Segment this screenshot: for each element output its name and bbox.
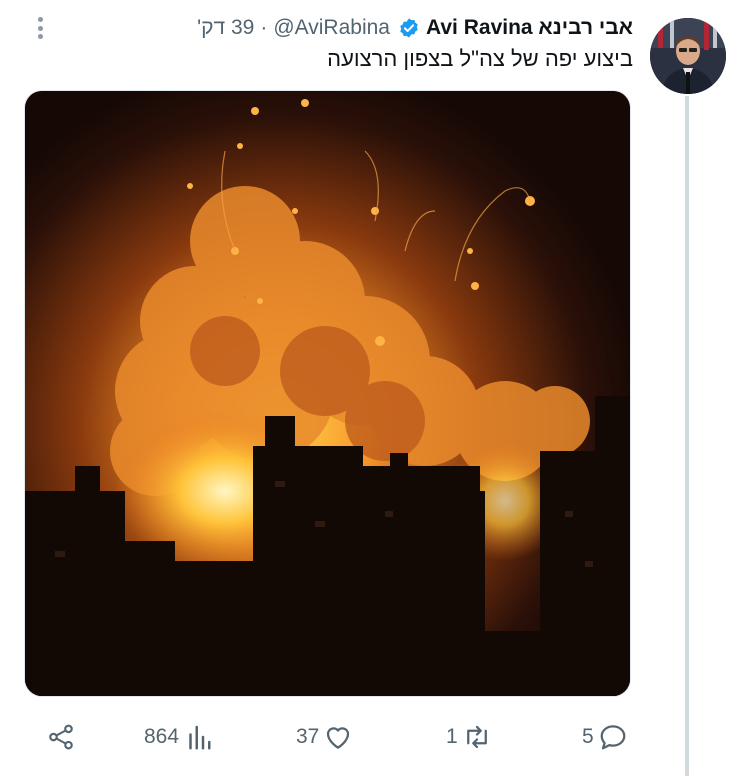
more-dot xyxy=(37,25,43,31)
header-separator: · xyxy=(260,16,268,39)
more-options-button[interactable] xyxy=(30,14,50,42)
more-dot xyxy=(37,34,43,39)
likes-count: 37 xyxy=(296,725,320,748)
share-icon xyxy=(49,724,73,750)
retweets-count: 1 xyxy=(446,725,458,748)
more-vertical-icon xyxy=(37,17,43,22)
views-bar-chart-icon xyxy=(189,725,211,750)
tweet-header: 39 דק' · @AviRabina Avi Ravina אבי רבינא xyxy=(197,12,633,44)
share-button[interactable] xyxy=(46,712,76,762)
views-button[interactable]: 864 xyxy=(140,712,213,762)
verified-badge-icon xyxy=(400,18,418,38)
timestamp[interactable]: 39 דק' xyxy=(197,16,254,40)
retweet-icon xyxy=(466,725,487,749)
avatar-image xyxy=(650,18,726,94)
tweet-text: ביצוע יפה של צה"ל בצפון הרצועה xyxy=(327,46,633,71)
tweet-media-image[interactable] xyxy=(24,90,631,697)
author-name[interactable]: Avi Ravina אבי רבינא xyxy=(426,16,633,40)
heart-icon xyxy=(327,727,350,749)
tweet[interactable]: 39 דק' · @AviRabina Avi Ravina אבי רבינא… xyxy=(0,0,745,776)
retweet-button[interactable]: 1 xyxy=(442,712,492,762)
tweet-actions: 864 37 1 5 xyxy=(0,712,745,762)
thread-line xyxy=(685,96,689,776)
replies-count: 5 xyxy=(582,725,594,748)
explosion-photo xyxy=(25,91,630,696)
author-handle[interactable]: @AviRabina xyxy=(273,16,390,40)
avatar[interactable] xyxy=(650,18,726,94)
reply-icon xyxy=(600,725,626,750)
views-count: 864 xyxy=(144,725,180,748)
reply-button[interactable]: 5 xyxy=(578,712,628,762)
like-button[interactable]: 37 xyxy=(292,712,353,762)
